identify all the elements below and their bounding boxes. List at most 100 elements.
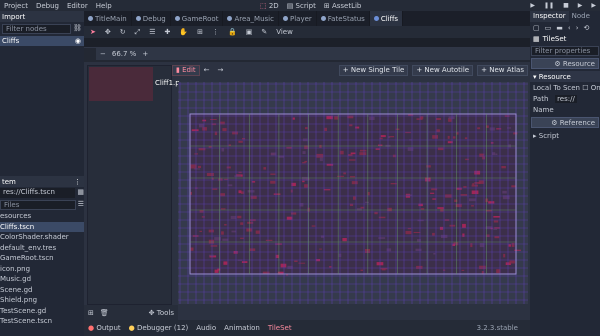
file-item[interactable]: Music.gd	[0, 274, 84, 285]
history-icon[interactable]: ⟲	[584, 24, 590, 32]
debugger-tab[interactable]: ● Debugger (12)	[129, 324, 189, 332]
file-item[interactable]: Shield.png	[0, 295, 84, 306]
pause-icon[interactable]: ❚❚	[544, 2, 554, 9]
visibility-icon[interactable]: ◉	[75, 36, 81, 46]
texture-speck	[226, 166, 231, 169]
property-filter-input[interactable]: Filter properties	[531, 46, 599, 56]
new-atlas-button[interactable]: + New Atlas	[477, 64, 528, 76]
pan-tool-icon[interactable]: ✋	[179, 28, 188, 36]
scale-tool-icon[interactable]: ⤢	[135, 28, 141, 37]
inspected-object[interactable]: ▦ TileSet	[530, 33, 600, 44]
tab-cliffs[interactable]: Cliffs	[369, 11, 404, 26]
play-custom-icon[interactable]: ▶	[591, 2, 596, 9]
workspace-2d[interactable]: ⬚ 2D	[260, 2, 279, 10]
audio-tab[interactable]: Audio	[196, 324, 216, 332]
tab-gameroot[interactable]: GameRoot	[171, 11, 224, 26]
file-item[interactable]: Scene.gd	[0, 285, 84, 296]
file-item[interactable]: default_env.tres	[0, 243, 84, 254]
scene-tabs: TitleMain Debug GameRoot Area_Music Play…	[84, 11, 530, 26]
new-autotile-button[interactable]: + New Autotile	[412, 64, 474, 76]
scene-tree-item-cliffs[interactable]: Cliffs ◉	[0, 36, 84, 46]
path-row[interactable]: Path res://	[530, 93, 600, 104]
texture-speck	[380, 135, 386, 138]
resource-section[interactable]: ▾ Resource	[530, 71, 600, 82]
scene-dock-tab[interactable]: Import	[0, 11, 84, 22]
zoom-in-icon[interactable]: +	[142, 50, 148, 58]
texture-speck	[206, 173, 214, 176]
tab-debug[interactable]: Debug	[132, 11, 171, 26]
animation-tab[interactable]: Animation	[224, 324, 260, 332]
forward-icon[interactable]: ›	[576, 24, 579, 32]
local-to-scene-row[interactable]: Local To Scen ☐ On	[530, 82, 600, 93]
menu-editor[interactable]: Editor	[63, 2, 92, 10]
fs-menu-icon[interactable]: ⋮	[74, 178, 81, 186]
zoom-out-icon[interactable]: −	[100, 50, 106, 58]
tab-player[interactable]: Player	[279, 11, 317, 26]
file-item[interactable]: icon.png	[0, 264, 84, 275]
list-tool-icon[interactable]: ☰	[149, 28, 155, 36]
rotate-tool-icon[interactable]: ↻	[120, 28, 126, 36]
snap-icon[interactable]: ⊞	[197, 28, 203, 36]
save-icon[interactable]: ▬	[556, 24, 563, 32]
file-item[interactable]: GameRoot.tscn	[0, 253, 84, 264]
file-item[interactable]: Cliffs.tscn	[0, 221, 84, 232]
reference-button[interactable]: ⚙ Reference	[531, 117, 599, 128]
texture-speck	[201, 216, 205, 218]
grid-icon[interactable]: ⋮	[212, 28, 219, 36]
lock-icon[interactable]: 🔒	[228, 28, 237, 36]
file-item[interactable]: TestScene.gd	[0, 306, 84, 317]
menu-debug[interactable]: Debug	[32, 2, 63, 10]
tools-menu-button[interactable]: ✥ Tools	[149, 309, 174, 317]
zoom-level[interactable]: 66.7 %	[112, 50, 136, 58]
fs-search-input[interactable]: Files	[0, 200, 76, 210]
texture-speck	[222, 238, 229, 241]
move-tool-icon[interactable]: ✥	[105, 28, 111, 36]
texture-speck	[461, 269, 465, 271]
fs-layout-icon[interactable]: ▦	[77, 188, 84, 198]
texture-speck	[513, 132, 518, 135]
tileset-tab[interactable]: TileSet	[268, 324, 292, 332]
edit-button[interactable]: ▮ Edit	[172, 64, 200, 76]
resource-header-button[interactable]: ⚙ Resource	[531, 58, 599, 69]
tileset-canvas[interactable]	[178, 82, 528, 304]
play-icon[interactable]: ▶	[530, 2, 535, 9]
workspace-assetlib[interactable]: ⊞ AssetLib	[324, 2, 362, 10]
workspace-script[interactable]: ▤ Script	[287, 2, 316, 10]
texture-speck	[208, 146, 212, 148]
tab-area-music[interactable]: Area_Music	[223, 11, 279, 26]
remove-texture-icon[interactable]: 🗑	[100, 309, 109, 317]
checkbox[interactable]: ☐	[582, 84, 588, 92]
texture-speck	[270, 152, 277, 156]
tab-titlemain[interactable]: TitleMain	[84, 11, 132, 26]
new-resource-icon[interactable]: ▢	[533, 24, 540, 32]
arrow-right-icon[interactable]: →	[218, 66, 224, 74]
select-tool-icon[interactable]: ➤	[90, 28, 96, 36]
file-item[interactable]: ColorShader.shader	[0, 232, 84, 243]
texture-list[interactable]	[87, 65, 172, 305]
stop-icon[interactable]: ■	[563, 2, 569, 9]
tab-fatestatus[interactable]: FateStatus	[317, 11, 370, 26]
back-icon[interactable]: ‹	[568, 24, 571, 32]
load-icon[interactable]: ▭	[545, 24, 552, 32]
texture-thumbnail[interactable]	[89, 67, 153, 101]
bone-icon[interactable]: ✎	[261, 28, 267, 36]
output-tab[interactable]: ● Output	[88, 324, 121, 332]
arrow-left-icon[interactable]: ←	[204, 66, 210, 74]
file-item[interactable]: TestScene.tscn	[0, 316, 84, 327]
fs-resources-folder[interactable]: esources	[0, 211, 84, 222]
fs-path-field[interactable]: res://Cliffs.tscn	[0, 188, 76, 198]
script-row[interactable]: ▸ Script	[530, 130, 600, 141]
add-texture-icon[interactable]: ⊞	[88, 309, 94, 317]
link-icon[interactable]: ⛓	[73, 24, 82, 34]
menu-project[interactable]: Project	[0, 2, 32, 10]
menu-help[interactable]: Help	[92, 2, 116, 10]
new-single-tile-button[interactable]: + New Single Tile	[338, 64, 409, 76]
scene-filter-input[interactable]: Filter nodes	[2, 24, 71, 34]
play-scene-icon[interactable]: ▶	[578, 2, 583, 9]
group-icon[interactable]: ▣	[246, 28, 253, 36]
tab-inspector[interactable]: Inspector	[530, 11, 569, 22]
tab-node[interactable]: Node	[569, 11, 593, 22]
view-menu-button[interactable]: View	[276, 28, 293, 36]
pivot-tool-icon[interactable]: ✚	[165, 28, 171, 36]
name-row[interactable]: Name	[530, 104, 600, 115]
